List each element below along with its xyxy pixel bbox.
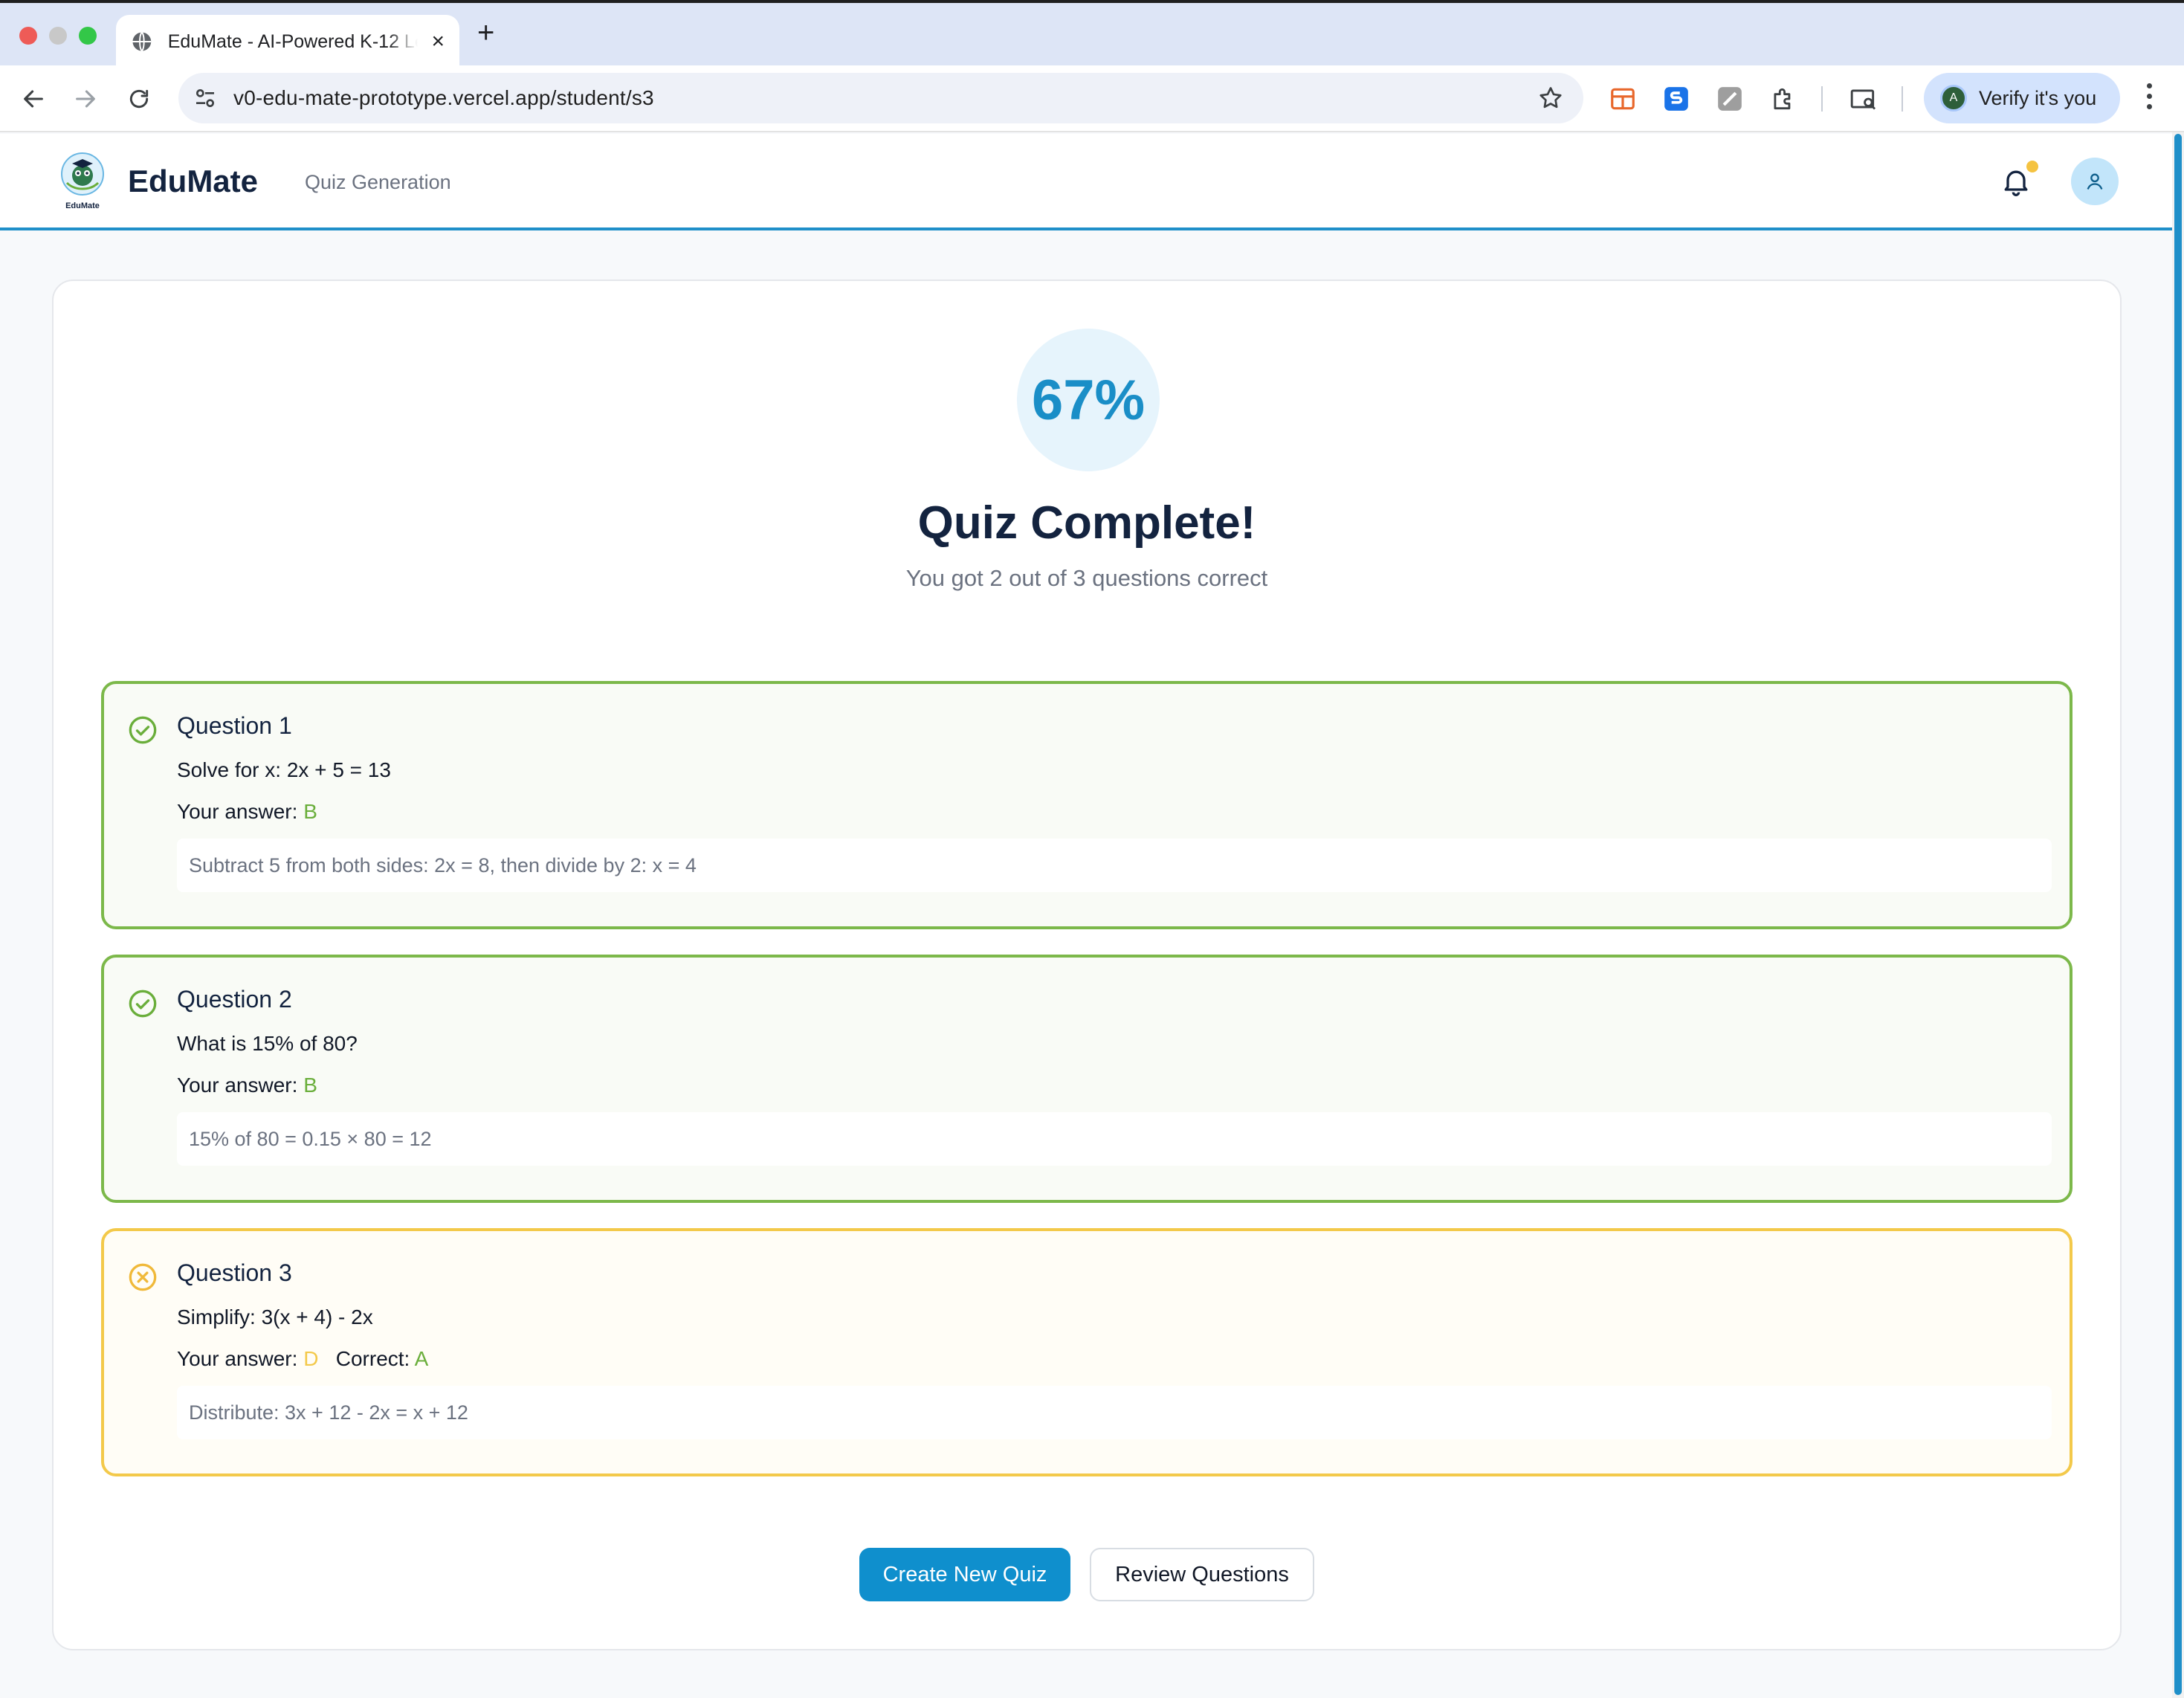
tab-title: EduMate - AI-Powered K-12 Learning	[167, 30, 419, 52]
scrollbar-thumb[interactable]	[2174, 134, 2182, 1695]
toolbar-divider	[1821, 86, 1823, 112]
brand-name[interactable]: EduMate	[128, 164, 258, 199]
answer-explanation: 15% of 80 = 0.15 × 80 = 12	[177, 1112, 2052, 1166]
reload-icon	[129, 89, 149, 109]
question-card: Question 1 Solve for x: 2x + 5 = 13 Your…	[101, 681, 2072, 929]
globe-icon	[132, 31, 152, 52]
your-answer-value: B	[303, 1074, 317, 1097]
correct-answer-label: Correct:	[335, 1347, 410, 1370]
browser-toolbar: v0-edu-mate-prototype.vercel.app/student…	[0, 65, 2184, 132]
question-text: Simplify: 3(x + 4) - 2x	[177, 1305, 373, 1329]
new-tab-button[interactable]: +	[477, 18, 494, 48]
arrow-right-icon	[76, 90, 95, 108]
result-summary: You got 2 out of 3 questions correct	[905, 565, 1268, 591]
question-text: What is 15% of 80?	[177, 1032, 358, 1055]
your-answer-row: Your answer: B	[177, 1074, 317, 1097]
x-circle-icon	[129, 1263, 157, 1291]
your-answer-value: B	[303, 800, 317, 823]
plus-icon: +	[477, 16, 495, 49]
tab-close-icon[interactable]: ×	[431, 30, 445, 53]
app-header: EduMate EduMate Quiz Generation	[0, 134, 2172, 230]
extension-s-icon[interactable]	[1662, 85, 1690, 113]
extension-layout-icon[interactable]	[1609, 85, 1637, 113]
create-new-quiz-button[interactable]: Create New Quiz	[859, 1548, 1070, 1601]
your-answer-row: Your answer: D Correct: A	[177, 1347, 428, 1371]
window-minimize-button[interactable]	[49, 27, 67, 45]
window-close-button[interactable]	[19, 27, 37, 45]
user-icon	[2087, 173, 2103, 190]
question-card: Question 2 What is 15% of 80? Your answe…	[101, 955, 2072, 1203]
notification-badge	[2026, 161, 2038, 172]
bookmark-star-icon[interactable]	[1537, 85, 1564, 112]
question-card: Question 3 Simplify: 3(x + 4) - 2x Your …	[101, 1228, 2072, 1476]
url-text: v0-edu-mate-prototype.vercel.app/student…	[233, 86, 654, 109]
extension-pen-icon[interactable]	[1716, 85, 1744, 113]
browser-menu-icon[interactable]	[2147, 83, 2153, 114]
arrow-left-icon	[24, 90, 43, 108]
check-circle-icon	[129, 716, 157, 744]
question-text: Solve for x: 2x + 5 = 13	[177, 758, 391, 781]
score-badge: 67%	[1017, 329, 1160, 471]
answer-explanation: Subtract 5 from both sides: 2x = 8, then…	[177, 839, 2052, 892]
your-answer-value: D	[303, 1347, 319, 1370]
check-circle-icon	[129, 990, 157, 1018]
browser-tab-strip: EduMate - AI-Powered K-12 Learning × +	[0, 0, 2184, 68]
address-bar[interactable]: v0-edu-mate-prototype.vercel.app/student…	[178, 73, 1583, 123]
site-settings-icon[interactable]	[193, 86, 217, 110]
profile-avatar: A	[1940, 85, 1967, 112]
forward-button[interactable]	[68, 82, 103, 116]
browser-tab-active[interactable]: EduMate - AI-Powered K-12 Learning ×	[116, 15, 459, 68]
your-answer-label: Your answer:	[177, 800, 298, 823]
logo-caption: EduMate	[65, 201, 100, 210]
your-answer-row: Your answer: B	[177, 800, 317, 824]
window-zoom-button[interactable]	[79, 27, 97, 45]
page-title: Quiz Complete!	[917, 497, 1256, 549]
question-title: Question 1	[177, 712, 292, 739]
reload-button[interactable]	[122, 82, 156, 116]
extensions-puzzle-icon[interactable]	[1769, 85, 1797, 113]
your-answer-label: Your answer:	[177, 1347, 298, 1370]
answer-explanation: Distribute: 3x + 12 - 2x = x + 12	[177, 1386, 2052, 1439]
back-button[interactable]	[16, 82, 51, 116]
edumate-logo[interactable]: EduMate	[55, 150, 110, 211]
your-answer-label: Your answer:	[177, 1074, 298, 1097]
question-title: Question 3	[177, 1259, 292, 1286]
quiz-results-card: 67% Quiz Complete! You got 2 out of 3 qu…	[52, 280, 2122, 1650]
nav-link-quiz-generation[interactable]: Quiz Generation	[305, 171, 451, 194]
review-questions-button[interactable]: Review Questions	[1090, 1548, 1314, 1601]
correct-answer-value: A	[414, 1347, 429, 1370]
tab-search-icon[interactable]	[1849, 85, 1878, 113]
verify-label: Verify it's you	[1979, 86, 2097, 109]
question-title: Question 2	[177, 986, 292, 1013]
profile-verify-button[interactable]: A Verify it's you	[1924, 73, 2120, 123]
toolbar-divider	[1902, 86, 1903, 112]
user-menu-button[interactable]	[2071, 158, 2119, 205]
